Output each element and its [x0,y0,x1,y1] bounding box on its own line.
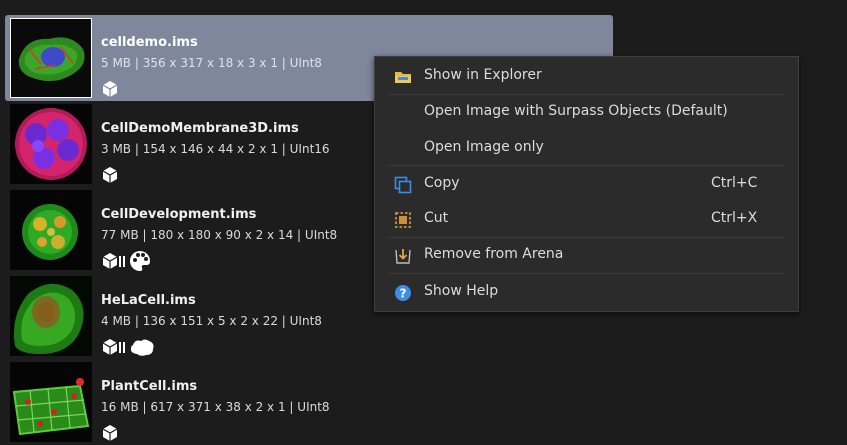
file-meta: 77 MB | 180 x 180 x 90 x 2 x 14 | UInt8 [101,228,338,242]
thumbnail-helacell [10,276,92,356]
file-name: CellDemoMembrane3D.ims [101,121,299,136]
cube-icon [102,167,118,183]
thumbnail-celldevelopment [10,190,92,270]
menu-item-open-image-only[interactable]: Open Image only [375,133,798,163]
menu-item-label: Open Image only [424,139,544,155]
remove-icon [395,249,411,264]
menu-separator [389,237,785,238]
context-menu: Show in Explorer Open Image with Surpass… [374,56,799,312]
shortcut-label: Ctrl+C [711,175,758,191]
svg-text:?: ? [400,287,407,301]
file-name: HeLaCell.ims [101,293,196,308]
menu-separator [389,273,785,274]
menu-item-label: Copy [424,175,460,191]
folder-icon [395,72,411,83]
shortcut-label: Ctrl+X [711,210,758,226]
menu-item-open-with-surpass[interactable]: Open Image with Surpass Objects (Default… [375,97,798,127]
thumbnail-celldemomembrane3d [10,104,92,184]
file-meta: 4 MB | 136 x 151 x 5 x 2 x 22 | UInt8 [101,314,322,328]
file-meta: 3 MB | 154 x 146 x 44 x 2 x 1 | UInt16 [101,142,330,156]
menu-item-label: Open Image with Surpass Objects (Default… [424,103,728,119]
menu-item-label: Show in Explorer [424,67,542,83]
file-type-icons [101,250,151,272]
menu-item-show-in-explorer[interactable]: Show in Explorer [375,61,798,91]
cut-icon [395,212,411,228]
file-row-plantcell[interactable]: PlantCell.ims 16 MB | 617 x 371 x 38 x 2… [5,359,613,445]
file-name: PlantCell.ims [101,379,198,394]
help-icon: ? [395,285,411,301]
file-type-icons [101,422,119,444]
file-name: celldemo.ims [101,35,198,50]
file-type-icons [101,164,119,186]
cube-icon [102,81,118,97]
file-type-icons [101,336,155,358]
menu-item-cut[interactable]: Cut Ctrl+X [375,204,798,234]
menu-item-remove-from-arena[interactable]: Remove from Arena [375,240,798,270]
copy-icon [394,176,412,194]
thumbnail-plantcell [10,362,92,442]
file-type-icons [101,78,119,100]
thumbnail-celldemo [10,18,92,98]
film-cube-icon [102,253,125,269]
menu-item-copy[interactable]: Copy Ctrl+C [375,169,798,199]
menu-item-show-help[interactable]: ? Show Help [375,277,798,307]
menu-item-label: Cut [424,210,449,226]
film-cube-icon [102,339,125,355]
menu-separator [389,94,785,95]
blob-icon [130,339,154,356]
palette-icon [130,251,150,271]
menu-separator [389,165,785,166]
file-meta: 5 MB | 356 x 317 x 18 x 3 x 1 | UInt8 [101,56,322,70]
menu-item-label: Show Help [424,283,499,299]
file-name: CellDevelopment.ims [101,207,257,222]
file-meta: 16 MB | 617 x 371 x 38 x 2 x 1 | UInt8 [101,400,330,414]
menu-item-label: Remove from Arena [424,246,564,262]
